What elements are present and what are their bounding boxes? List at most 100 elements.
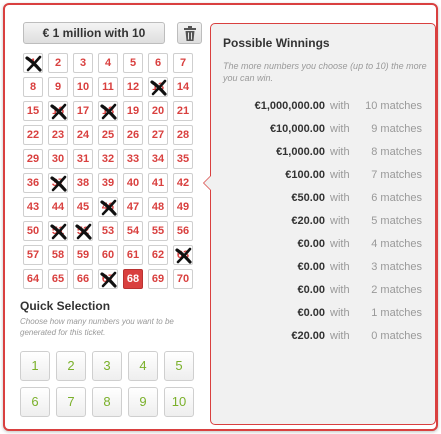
quick-select-8[interactable]: 8 [92,387,122,417]
winnings-matches: 0 matches [371,330,422,342]
number-cell-28[interactable]: 28 [173,125,193,145]
number-cell-38[interactable]: 38 [73,173,93,193]
number-label: 35 [176,153,190,165]
number-cell-22[interactable]: 22 [23,125,43,145]
number-cell-27[interactable]: 27 [148,125,168,145]
number-cell-65[interactable]: 65 [48,269,68,289]
number-cell-2[interactable]: 2 [48,53,68,73]
quick-select-7[interactable]: 7 [56,387,86,417]
number-cell-45[interactable]: 45 [73,197,93,217]
number-cell-17[interactable]: 17 [73,101,93,121]
quick-select-2[interactable]: 2 [56,351,86,381]
number-cell-59[interactable]: 59 [73,245,93,265]
number-cell-70[interactable]: 70 [173,269,193,289]
number-cell-39[interactable]: 39 [98,173,118,193]
quick-select-4[interactable]: 4 [128,351,158,381]
number-cell-56[interactable]: 56 [173,221,193,241]
number-label: 26 [126,129,140,141]
number-cell-50[interactable]: 50 [23,221,43,241]
number-cell-68[interactable]: 68 [123,269,143,289]
number-cell-29[interactable]: 29 [23,149,43,169]
number-cell-53[interactable]: 53 [98,221,118,241]
number-cell-67[interactable]: 67 [98,269,118,289]
number-cell-47[interactable]: 47 [123,197,143,217]
number-cell-42[interactable]: 42 [173,173,193,193]
number-cell-14[interactable]: 14 [173,77,193,97]
number-cell-37[interactable]: 37 [48,173,68,193]
quick-select-9[interactable]: 9 [128,387,158,417]
number-cell-54[interactable]: 54 [123,221,143,241]
number-label: 41 [151,177,165,189]
number-cell-19[interactable]: 19 [123,101,143,121]
number-label: 2 [54,57,62,69]
number-cell-5[interactable]: 5 [123,53,143,73]
number-label: 28 [176,129,190,141]
number-cell-26[interactable]: 26 [123,125,143,145]
number-cell-44[interactable]: 44 [48,197,68,217]
number-cell-43[interactable]: 43 [23,197,43,217]
number-cell-7[interactable]: 7 [173,53,193,73]
number-cell-16[interactable]: 16 [48,101,68,121]
number-cell-36[interactable]: 36 [23,173,43,193]
number-cell-21[interactable]: 21 [173,101,193,121]
number-cell-34[interactable]: 34 [148,149,168,169]
winnings-row: €0.00 with 4 matches [211,238,435,261]
number-cell-52[interactable]: 52 [73,221,93,241]
number-cell-4[interactable]: 4 [98,53,118,73]
number-cell-64[interactable]: 64 [23,269,43,289]
number-cell-3[interactable]: 3 [73,53,93,73]
number-cell-1[interactable]: 1 [23,53,43,73]
number-cell-20[interactable]: 20 [148,101,168,121]
number-label: 43 [26,201,40,213]
number-cell-18[interactable]: 18 [98,101,118,121]
number-cell-57[interactable]: 57 [23,245,43,265]
number-cell-49[interactable]: 49 [173,197,193,217]
number-cell-35[interactable]: 35 [173,149,193,169]
number-cell-13[interactable]: 13 [148,77,168,97]
quick-select-5[interactable]: 5 [164,351,194,381]
number-cell-23[interactable]: 23 [48,125,68,145]
number-cell-61[interactable]: 61 [123,245,143,265]
number-cell-10[interactable]: 10 [73,77,93,97]
quick-select-10[interactable]: 10 [164,387,194,417]
number-cell-66[interactable]: 66 [73,269,93,289]
winnings-matches: 9 matches [371,123,422,135]
number-cell-46[interactable]: 46 [98,197,118,217]
winnings-amount: €1,000.00 [276,146,325,158]
winnings-with: with [330,192,350,204]
number-label: 32 [101,153,115,165]
winnings-row: €0.00 with 1 matches [211,307,435,330]
number-cell-11[interactable]: 11 [98,77,118,97]
number-cell-15[interactable]: 15 [23,101,43,121]
number-label: 52 [76,225,90,237]
quick-select-1[interactable]: 1 [20,351,50,381]
number-cell-51[interactable]: 51 [48,221,68,241]
number-cell-41[interactable]: 41 [148,173,168,193]
quick-select-3[interactable]: 3 [92,351,122,381]
number-cell-6[interactable]: 6 [148,53,168,73]
number-cell-32[interactable]: 32 [98,149,118,169]
number-cell-33[interactable]: 33 [123,149,143,169]
number-cell-30[interactable]: 30 [48,149,68,169]
number-cell-58[interactable]: 58 [48,245,68,265]
number-label: 66 [76,273,90,285]
stake-button[interactable]: € 1 million with 10 [23,22,165,44]
clear-ticket-button[interactable] [177,22,202,44]
number-cell-31[interactable]: 31 [73,149,93,169]
number-cell-48[interactable]: 48 [148,197,168,217]
number-label: 68 [126,273,140,285]
number-cell-9[interactable]: 9 [48,77,68,97]
winnings-with: with [330,238,350,250]
quick-select-6[interactable]: 6 [20,387,50,417]
number-cell-12[interactable]: 12 [123,77,143,97]
number-cell-55[interactable]: 55 [148,221,168,241]
number-cell-69[interactable]: 69 [148,269,168,289]
number-cell-8[interactable]: 8 [23,77,43,97]
number-cell-40[interactable]: 40 [123,173,143,193]
number-cell-25[interactable]: 25 [98,125,118,145]
number-cell-60[interactable]: 60 [98,245,118,265]
number-cell-63[interactable]: 63 [173,245,193,265]
winnings-row: €20.00 with 0 matches [211,330,435,353]
number-cell-62[interactable]: 62 [148,245,168,265]
number-cell-24[interactable]: 24 [73,125,93,145]
